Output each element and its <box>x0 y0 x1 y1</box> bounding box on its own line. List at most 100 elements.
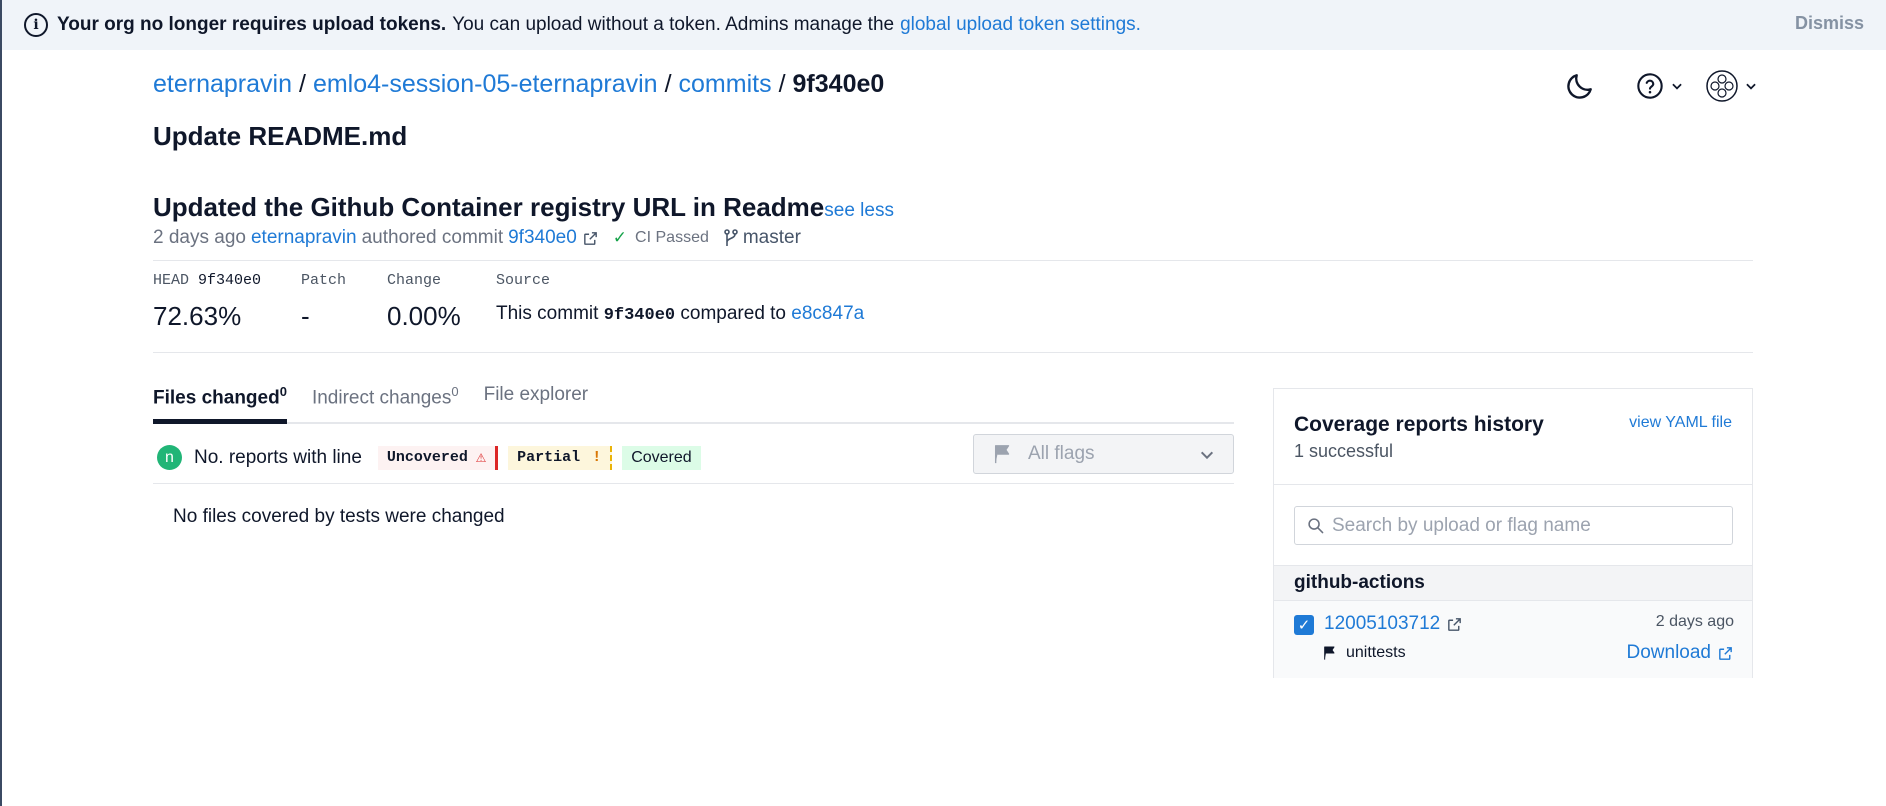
reports-count-badge: n <box>157 445 182 470</box>
external-link-icon[interactable] <box>582 230 599 247</box>
commit-author-link[interactable]: eternapravin <box>251 227 357 249</box>
avatar <box>1706 70 1738 102</box>
coverage-reports-panel: Coverage reports history 1 successful vi… <box>1273 388 1753 678</box>
tab-label: File explorer <box>483 384 589 405</box>
source-sha: 9f340e0 <box>603 306 676 325</box>
legend-text: No. reports with line <box>194 446 362 468</box>
divider <box>153 260 1753 261</box>
upload-id: 12005103712 <box>1324 613 1463 635</box>
tab-file-explorer[interactable]: File explorer <box>484 382 589 422</box>
breadcrumb-repo[interactable]: emlo4-session-05-eternapravin <box>313 70 658 99</box>
chevron-down-icon <box>1672 83 1682 90</box>
chevron-down-icon <box>1746 83 1756 90</box>
patch-label: Patch <box>301 272 347 289</box>
download-link[interactable]: Download <box>1627 642 1735 664</box>
source-label: Source <box>496 272 551 289</box>
external-link-icon[interactable] <box>1446 616 1463 633</box>
view-yaml-link[interactable]: view YAML file <box>1629 414 1732 432</box>
upload-group-header: github-actions <box>1274 565 1752 601</box>
info-icon: i <box>24 13 48 37</box>
covered-legend: Covered <box>622 445 701 470</box>
upload-search-input[interactable] <box>1332 514 1722 537</box>
warning-icon: ⚠ <box>475 449 487 468</box>
commit-sha-link[interactable]: 9f340e0 <box>508 227 577 249</box>
help-menu-button[interactable] <box>1636 72 1684 100</box>
page-title: Update README.md <box>153 121 408 151</box>
partial-mark: ! <box>592 449 602 466</box>
base-commit-link[interactable]: e8c847a <box>791 303 864 324</box>
upload-id-link[interactable]: 12005103712 <box>1324 613 1440 635</box>
patch-value: - <box>301 301 310 331</box>
authored-text: authored commit <box>361 227 504 248</box>
upload-checkbox[interactable]: ✓ <box>1294 615 1314 635</box>
breadcrumb-separator: / <box>778 70 786 98</box>
branch-name: master <box>742 227 801 248</box>
breadcrumb-separator: / <box>298 70 306 98</box>
tab-indirect-changes[interactable]: Indirect changes0 <box>312 382 459 422</box>
commit-message: Updated the Github Container registry UR… <box>153 192 894 223</box>
commit-message-text: Updated the Github Container registry UR… <box>153 192 825 222</box>
global-upload-token-settings-link[interactable]: global upload token settings. <box>900 14 1141 36</box>
commit-time: 2 days ago <box>153 227 246 248</box>
flags-select-value: All flags <box>1028 443 1095 464</box>
source-prefix: This commit <box>496 303 599 324</box>
breadcrumb-commits[interactable]: commits <box>679 70 772 99</box>
partial-legend: Partial ! <box>508 445 613 470</box>
head-value: 72.63% <box>153 301 242 331</box>
coverage-reports-subtitle: 1 successful <box>1294 441 1394 461</box>
upload-row: ✓ 12005103712 2 days ago unittests Downl… <box>1274 601 1752 678</box>
uncovered-label: Uncovered <box>386 449 468 466</box>
tab-label: Indirect changes <box>311 387 452 409</box>
no-files-message: No files covered by tests were changed <box>173 506 505 527</box>
divider <box>1274 484 1752 485</box>
change-stat: Change 0.00% <box>387 272 461 332</box>
moon-icon[interactable] <box>1564 70 1596 102</box>
breadcrumb-current: 9f340e0 <box>792 70 885 98</box>
ci-status-text: CI Passed <box>635 229 709 246</box>
dismiss-button[interactable]: Dismiss <box>1795 13 1864 34</box>
change-value: 0.00% <box>387 301 461 331</box>
upload-time: 2 days ago <box>1655 613 1734 630</box>
ci-status: ✓ CI Passed <box>613 228 709 248</box>
head-sha: 9f340e0 <box>198 272 262 289</box>
upload-token-banner: i Your org no longer requires upload tok… <box>2 0 1886 50</box>
tab-count: 0 <box>279 384 287 399</box>
tab-count: 0 <box>451 384 459 399</box>
upload-flag-name: unittests <box>1346 644 1406 661</box>
tab-label: Files changed <box>153 387 280 409</box>
chevron-down-icon <box>1200 451 1214 460</box>
search-icon <box>1308 518 1324 534</box>
breadcrumb: eternapravin / emlo4-session-05-eternapr… <box>153 70 884 99</box>
source-description: This commit 9f340e0 compared to e8c847a <box>496 303 864 325</box>
check-icon: ✓ <box>612 228 628 247</box>
upload-flag: unittests <box>1322 644 1406 662</box>
patch-stat: Patch - <box>301 272 346 332</box>
external-link-icon <box>1719 646 1732 660</box>
divider <box>153 352 1753 353</box>
branch-icon <box>724 229 738 246</box>
tabs: Files changed0 Indirect changes0 File ex… <box>153 382 1234 424</box>
head-coverage-stat: HEAD 9f340e0 72.63% <box>153 272 261 332</box>
flag-icon <box>1324 646 1335 660</box>
user-menu-button[interactable] <box>1706 70 1758 102</box>
flag-icon <box>994 445 1010 464</box>
breadcrumb-owner[interactable]: eternapravin <box>153 70 292 99</box>
commit-meta: 2 days ago eternapravin authored commit … <box>153 227 801 249</box>
source-stat: Source This commit 9f340e0 compared to e… <box>496 272 864 325</box>
banner-bold-text: Your org no longer requires upload token… <box>57 14 447 35</box>
coverage-reports-title: Coverage reports history <box>1294 413 1544 436</box>
commit-branch: master <box>723 227 801 249</box>
flags-select[interactable]: All flags <box>973 434 1234 474</box>
change-label: Change <box>387 272 442 289</box>
banner-text: You can upload without a token. Admins m… <box>452 14 895 35</box>
help-icon <box>1637 73 1663 99</box>
see-less-link[interactable]: see less <box>824 200 894 222</box>
tab-files-changed[interactable]: Files changed0 <box>153 382 287 424</box>
uncovered-legend: Uncovered ⚠ <box>377 445 499 470</box>
download-label: Download <box>1626 642 1712 663</box>
partial-label: Partial <box>517 449 581 466</box>
head-label: HEAD <box>153 272 190 289</box>
top-right-icons <box>1564 70 1758 102</box>
upload-search-box <box>1294 506 1733 545</box>
source-mid: compared to <box>680 303 787 324</box>
